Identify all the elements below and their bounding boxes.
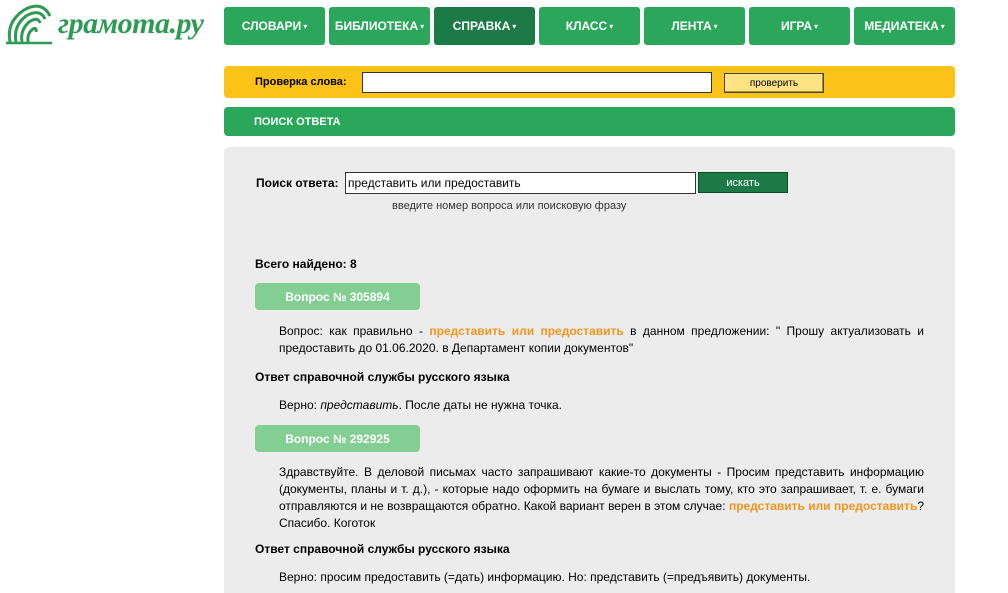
nav-item-slovari[interactable]: СЛОВАРИ ▾ bbox=[224, 7, 325, 45]
snail-logo-icon bbox=[6, 4, 52, 45]
answer-text-part: . После даты не нужна точка. bbox=[398, 398, 563, 412]
chevron-down-icon: ▾ bbox=[940, 21, 945, 31]
chevron-down-icon: ▾ bbox=[814, 21, 819, 31]
nav-item-mediateka[interactable]: МЕДИАТЕКА ▾ bbox=[854, 7, 955, 45]
nav-label: ИГРА bbox=[780, 19, 813, 33]
nav-label: ЛЕНТА bbox=[671, 19, 712, 33]
answer-text-part: Верно: просим предоставить (=дать) инфор… bbox=[279, 570, 811, 584]
nav-label: БИБЛИОТЕКА bbox=[334, 19, 419, 33]
word-check-label: Проверка слова: bbox=[255, 76, 347, 88]
logo-wordmark: грамота.ру bbox=[58, 7, 204, 40]
highlight-link[interactable]: представить или предоставить bbox=[729, 499, 917, 513]
section-header: ПОИСК ОТВЕТА bbox=[224, 107, 955, 136]
nav-label: КЛАСС bbox=[565, 19, 608, 33]
nav-item-spravka[interactable]: СПРАВКА ▾ bbox=[434, 7, 535, 45]
nav-label: МЕДИАТЕКА bbox=[864, 19, 939, 33]
chevron-down-icon: ▾ bbox=[512, 21, 517, 31]
answer-text: Верно: представить. После даты не нужна … bbox=[279, 397, 924, 414]
nav-item-igra[interactable]: ИГРА ▾ bbox=[749, 7, 850, 45]
answer-emphasis: представить bbox=[320, 398, 399, 412]
chevron-down-icon: ▾ bbox=[303, 21, 308, 31]
highlight-link[interactable]: представить или предоставить bbox=[429, 324, 623, 338]
question-badge[interactable]: Вопрос № 305894 bbox=[255, 283, 420, 310]
answer-header: Ответ справочной службы русского языка bbox=[255, 542, 510, 556]
section-title: ПОИСК ОТВЕТА bbox=[254, 116, 341, 128]
nav-item-klass[interactable]: КЛАСС ▾ bbox=[539, 7, 640, 45]
site-logo[interactable]: грамота.ру bbox=[4, 2, 216, 46]
results-total: Всего найдено: 8 bbox=[255, 257, 357, 271]
search-button[interactable]: искать bbox=[698, 172, 788, 193]
question-text-part: Вопрос: как правильно - bbox=[279, 324, 430, 338]
search-input[interactable] bbox=[345, 172, 696, 194]
word-check-bar: Проверка слова: проверить bbox=[224, 66, 955, 98]
check-word-button[interactable]: проверить bbox=[724, 73, 824, 93]
search-results-panel: Поиск ответа: искать введите номер вопро… bbox=[224, 147, 955, 593]
word-check-input[interactable] bbox=[362, 72, 712, 93]
question-badge[interactable]: Вопрос № 292925 bbox=[255, 425, 420, 452]
answer-text: Верно: просим предоставить (=дать) инфор… bbox=[279, 569, 924, 586]
search-hint: введите номер вопроса или поисковую фраз… bbox=[392, 200, 627, 212]
main-nav: СЛОВАРИ ▾ БИБЛИОТЕКА ▾ СПРАВКА ▾ КЛАСС ▾ ЛЕН… bbox=[224, 7, 955, 45]
nav-item-biblioteka[interactable]: БИБЛИОТЕКА ▾ bbox=[329, 7, 430, 45]
chevron-down-icon: ▾ bbox=[609, 21, 614, 31]
search-label: Поиск ответа: bbox=[256, 176, 339, 190]
question-text: Вопрос: как правильно - представить или … bbox=[279, 323, 924, 357]
answer-text-part: Верно: bbox=[279, 398, 321, 412]
nav-label: СПРАВКА bbox=[452, 19, 511, 33]
nav-label: СЛОВАРИ bbox=[241, 19, 302, 33]
chevron-down-icon: ▾ bbox=[420, 21, 425, 31]
answer-header: Ответ справочной службы русского языка bbox=[255, 370, 510, 384]
chevron-down-icon: ▾ bbox=[713, 21, 718, 31]
question-text: Здравствуйте. В деловой письмах часто за… bbox=[279, 464, 924, 532]
nav-item-lenta[interactable]: ЛЕНТА ▾ bbox=[644, 7, 745, 45]
